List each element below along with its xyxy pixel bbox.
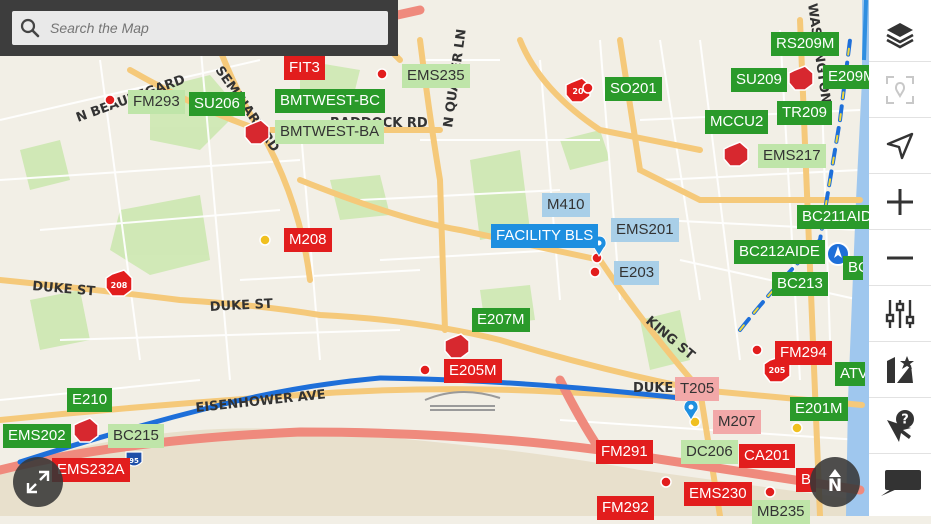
unit-label[interactable]: SO201 (605, 77, 662, 101)
unit-label[interactable]: E201M (790, 397, 848, 421)
unit-label[interactable]: EMS217 (758, 144, 826, 168)
unit-label[interactable]: EMS201 (611, 218, 679, 242)
layers-icon (886, 22, 914, 48)
svg-text:95: 95 (129, 457, 139, 465)
map-toolbar: ? (869, 0, 931, 516)
focus-location-button[interactable] (869, 62, 931, 118)
unit-dot (419, 364, 431, 376)
unit-label[interactable]: M207 (713, 410, 761, 434)
unit-label[interactable]: EMS232A (52, 458, 130, 482)
minus-icon (887, 256, 913, 259)
unit-label[interactable]: SU206 (189, 92, 245, 116)
help-button[interactable]: ? (869, 398, 931, 454)
help-cursor-icon: ? (887, 409, 914, 442)
unit-label[interactable]: TR209 (777, 101, 833, 125)
plus-icon (887, 188, 913, 215)
svg-text:205: 205 (769, 366, 786, 375)
unit-label[interactable]: EMS230 (684, 482, 752, 506)
focus-location-icon (886, 75, 914, 104)
unit-label[interactable]: BMTWEST-BC (275, 89, 385, 113)
unit-label[interactable]: FIT3 (284, 56, 325, 80)
unit-label[interactable]: FM294 (775, 341, 832, 365)
filter-button[interactable] (869, 286, 931, 342)
sliders-icon (885, 299, 915, 328)
unit-label[interactable]: SU209 (731, 68, 787, 92)
expand-icon (26, 470, 50, 494)
unit-label[interactable]: E207M (472, 308, 530, 332)
unit-label[interactable]: BC215 (108, 424, 164, 448)
navigation-arrow-icon (886, 132, 914, 159)
unit-label[interactable]: RS209M (771, 32, 840, 56)
unit-label[interactable]: T205 (675, 377, 720, 401)
unit-label[interactable]: EMS235 (402, 64, 470, 88)
search-input[interactable] (50, 11, 380, 45)
search-box[interactable] (12, 11, 388, 45)
unit-label[interactable]: E205M (444, 359, 502, 383)
zoom-out-button[interactable] (869, 230, 931, 286)
unit-label[interactable]: E203 (614, 261, 660, 285)
unit-label[interactable]: BC213 (772, 272, 828, 296)
unit-label[interactable]: MCCU2 (705, 110, 769, 134)
unit-label[interactable]: MB235 (752, 500, 810, 524)
chat-button[interactable] (869, 454, 931, 510)
unit-label[interactable]: BC212AIDE (734, 240, 825, 264)
unit-dot (660, 476, 672, 488)
unit-dot (582, 82, 594, 94)
compass-label: N (827, 476, 843, 496)
search-bar (0, 0, 398, 56)
unit-dot (259, 234, 271, 246)
unit-dot (791, 422, 803, 434)
unit-label[interactable]: CA201 (739, 444, 795, 468)
unit-label[interactable]: FM292 (597, 496, 654, 520)
unit-label[interactable]: DC206 (681, 440, 738, 464)
unit-label[interactable]: M208 (284, 228, 332, 252)
unit-dot (104, 94, 116, 106)
unit-label[interactable]: ATV (835, 362, 865, 386)
street-label-duke-east: DUKE (633, 381, 673, 396)
chat-bubble-icon (881, 470, 921, 496)
unit-dot (376, 68, 388, 80)
unit-label[interactable]: FM291 (596, 440, 653, 464)
zoom-in-button[interactable] (869, 174, 931, 230)
fullscreen-button[interactable] (13, 457, 63, 507)
compass-button[interactable]: N (810, 457, 860, 507)
search-icon (20, 18, 40, 38)
layers-button[interactable] (869, 6, 931, 62)
unit-label[interactable]: BMTWEST-BA (275, 120, 385, 144)
unit-dot (751, 344, 763, 356)
svg-text:208: 208 (111, 281, 128, 290)
river-edge (862, 0, 868, 61)
unit-label[interactable]: E210 (67, 388, 113, 412)
unit-label[interactable]: BC2 (843, 256, 863, 280)
unit-dot (764, 486, 776, 498)
unit-label[interactable]: M410 (542, 193, 590, 217)
unit-label[interactable]: FACILITY BLS (491, 224, 599, 248)
my-location-button[interactable] (869, 118, 931, 174)
favorites-button[interactable] (869, 342, 931, 398)
unit-dot (589, 266, 601, 278)
map-star-icon (887, 355, 914, 383)
unit-label[interactable]: EMS202 (3, 424, 71, 448)
unit-label[interactable]: FM293 (128, 90, 185, 114)
